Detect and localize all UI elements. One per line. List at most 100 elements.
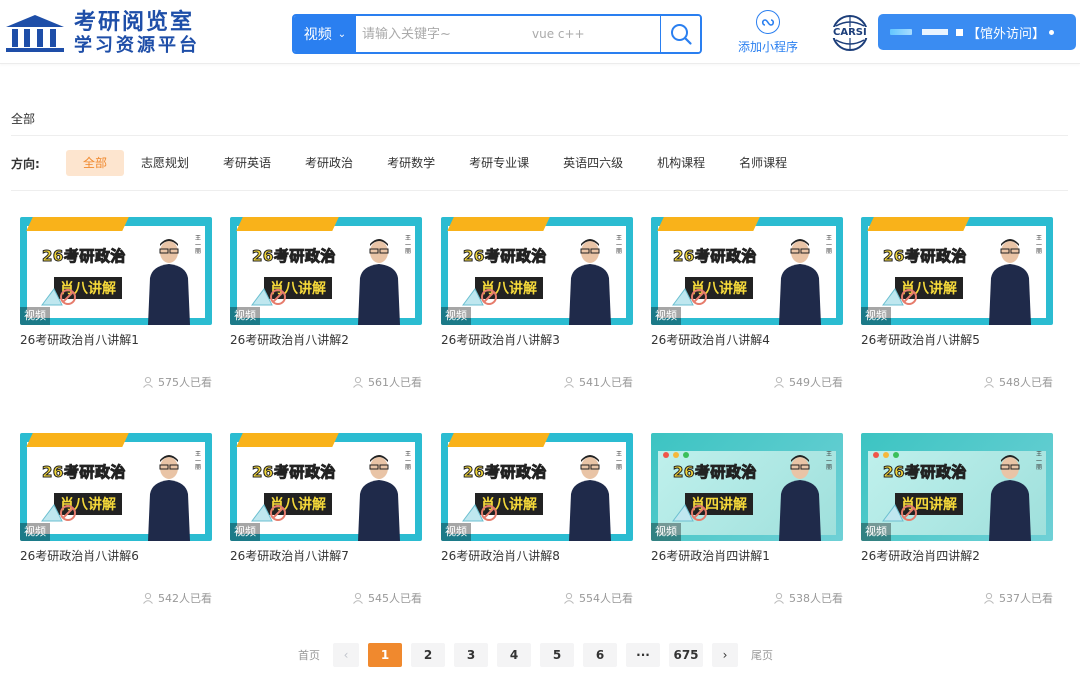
course-thumbnail[interactable]: 26考研政治 肖八讲解 王一丽 视频 [861, 217, 1053, 325]
ruler-decoration-icon [462, 288, 497, 306]
ruler-decoration-icon [251, 288, 286, 306]
view-count-text: 554人已看 [579, 592, 633, 605]
course-title[interactable]: 26考研政治肖四讲解1 [651, 547, 770, 564]
course-card[interactable]: 26考研政治 肖八讲解 王一丽 视频 26考研政治肖八讲解3 541人已看 [441, 217, 633, 397]
window-dots-icon [873, 452, 899, 458]
course-title[interactable]: 26考研政治肖八讲解6 [20, 547, 139, 564]
course-card[interactable]: 26考研政治 肖四讲解 王一丽 视频 26考研政治肖四讲解1 538人已看 [651, 433, 843, 613]
course-thumbnail[interactable]: 26考研政治 肖四讲解 王一丽 视频 [861, 433, 1053, 541]
page-number-button[interactable]: 675 [669, 643, 703, 667]
site-logo[interactable]: 考研阅览室 学习资源平台 [4, 10, 229, 56]
first-page-link[interactable]: 首页 [298, 647, 320, 663]
filter-item[interactable]: 志愿规划 [124, 150, 206, 176]
course-card[interactable]: 26考研政治 肖八讲解 王一丽 视频 26考研政治肖八讲解8 554人已看 [441, 433, 633, 613]
page-number-button[interactable]: 1 [368, 643, 402, 667]
breadcrumb[interactable]: 全部 [11, 110, 35, 127]
user-icon [353, 592, 363, 604]
page-ellipsis[interactable]: ··· [626, 643, 660, 667]
video-tag: 视频 [230, 307, 260, 325]
filter-item[interactable]: 考研英语 [206, 150, 288, 176]
view-count: 538人已看 [773, 590, 843, 606]
next-page-button[interactable]: › [712, 643, 738, 667]
search-input[interactable] [356, 16, 660, 52]
course-title[interactable]: 26考研政治肖八讲解7 [230, 547, 349, 564]
course-title[interactable]: 26考研政治肖八讲解2 [230, 331, 349, 348]
course-card[interactable]: 26考研政治 肖四讲解 王一丽 视频 26考研政治肖四讲解2 537人已看 [861, 433, 1053, 613]
course-title[interactable]: 26考研政治肖八讲解4 [651, 331, 770, 348]
search-type-select[interactable]: 视频 ⌄ [294, 16, 356, 52]
view-count-text: 538人已看 [789, 592, 843, 605]
filter-item[interactable]: 名师课程 [722, 150, 804, 176]
divider [11, 190, 1068, 191]
course-thumbnail[interactable]: 26考研政治 肖八讲解 王一丽 视频 [441, 217, 633, 325]
teacher-portrait [989, 239, 1031, 325]
ruler-decoration-icon [41, 288, 76, 306]
filter-item[interactable]: 考研政治 [288, 150, 370, 176]
offsite-access-button[interactable]: 【馆外访问】 [878, 14, 1076, 50]
course-thumbnail[interactable]: 26考研政治 肖四讲解 王一丽 视频 [651, 433, 843, 541]
thumbnail-headline: 26考研政治 [252, 247, 336, 266]
teacher-name: 王一丽 [1035, 235, 1042, 256]
course-card[interactable]: 26考研政治 肖八讲解 王一丽 视频 26考研政治肖八讲解7 545人已看 [230, 433, 422, 613]
teacher-portrait [148, 239, 190, 325]
view-count-text: 561人已看 [368, 376, 422, 389]
course-title[interactable]: 26考研政治肖八讲解5 [861, 331, 980, 348]
course-card[interactable]: 26考研政治 肖八讲解 王一丽 视频 26考研政治肖八讲解4 549人已看 [651, 217, 843, 397]
course-card[interactable]: 26考研政治 肖八讲解 王一丽 视频 26考研政治肖八讲解1 575人已看 [20, 217, 212, 397]
course-thumbnail[interactable]: 26考研政治 肖八讲解 王一丽 视频 [20, 433, 212, 541]
page-number-button[interactable]: 4 [497, 643, 531, 667]
thumbnail-headline: 26考研政治 [673, 247, 757, 266]
ruler-decoration-icon [41, 504, 76, 522]
course-thumbnail[interactable]: 26考研政治 肖八讲解 王一丽 视频 [441, 433, 633, 541]
view-count-text: 537人已看 [999, 592, 1053, 605]
carsi-logo[interactable]: CARSI [830, 14, 870, 52]
user-icon [143, 376, 153, 388]
teacher-name: 王一丽 [615, 451, 622, 472]
filter-label: 方向: [11, 156, 40, 171]
mini-program-icon [756, 10, 780, 34]
status-dot-icon [1049, 29, 1055, 35]
ruler-decoration-icon [672, 288, 707, 306]
last-page-link[interactable]: 尾页 [751, 647, 773, 663]
logo-title: 考研阅览室 [74, 9, 195, 35]
teacher-portrait [779, 239, 821, 325]
filter-item[interactable]: 机构课程 [640, 150, 722, 176]
course-title[interactable]: 26考研政治肖四讲解2 [861, 547, 980, 564]
teacher-name: 王一丽 [1035, 451, 1042, 472]
video-tag: 视频 [651, 307, 681, 325]
course-thumbnail[interactable]: 26考研政治 肖八讲解 王一丽 视频 [20, 217, 212, 325]
course-thumbnail[interactable]: 26考研政治 肖八讲解 王一丽 视频 [651, 217, 843, 325]
prev-page-button[interactable]: ‹ [333, 643, 359, 667]
course-thumbnail[interactable]: 26考研政治 肖八讲解 王一丽 视频 [230, 217, 422, 325]
course-title[interactable]: 26考研政治肖八讲解8 [441, 547, 560, 564]
teacher-portrait [989, 455, 1031, 541]
add-mini-program-button[interactable]: 添加小程序 [734, 10, 802, 56]
teacher-portrait [358, 239, 400, 325]
course-card[interactable]: 26考研政治 肖八讲解 王一丽 视频 26考研政治肖八讲解6 542人已看 [20, 433, 212, 613]
course-title[interactable]: 26考研政治肖八讲解3 [441, 331, 560, 348]
thumbnail-ribbon [26, 433, 130, 447]
filter-item[interactable]: 全部 [66, 150, 125, 176]
thumbnail-ribbon [26, 217, 130, 231]
course-card[interactable]: 26考研政治 肖八讲解 王一丽 视频 26考研政治肖八讲解2 561人已看 [230, 217, 422, 397]
teacher-name: 王一丽 [404, 451, 411, 472]
page-number-button[interactable]: 6 [583, 643, 617, 667]
course-title[interactable]: 26考研政治肖八讲解1 [20, 331, 139, 348]
filter-item[interactable]: 考研专业课 [452, 150, 546, 176]
course-thumbnail[interactable]: 26考研政治 肖八讲解 王一丽 视频 [230, 433, 422, 541]
teacher-portrait [358, 455, 400, 541]
teacher-name: 王一丽 [825, 235, 832, 256]
teacher-name: 王一丽 [404, 235, 411, 256]
search-button[interactable] [660, 16, 700, 52]
view-count: 561人已看 [352, 374, 422, 390]
video-tag: 视频 [441, 307, 471, 325]
view-count-text: 548人已看 [999, 376, 1053, 389]
pagination: 首页 ‹ 1 2 3 4 5 6 ··· 675 › 尾页 [294, 643, 777, 667]
page-number-button[interactable]: 2 [411, 643, 445, 667]
filter-item[interactable]: 考研数学 [370, 150, 452, 176]
page-number-button[interactable]: 3 [454, 643, 488, 667]
filter-item[interactable]: 英语四六级 [546, 150, 640, 176]
view-count: 554人已看 [563, 590, 633, 606]
page-number-button[interactable]: 5 [540, 643, 574, 667]
course-card[interactable]: 26考研政治 肖八讲解 王一丽 视频 26考研政治肖八讲解5 548人已看 [861, 217, 1053, 397]
